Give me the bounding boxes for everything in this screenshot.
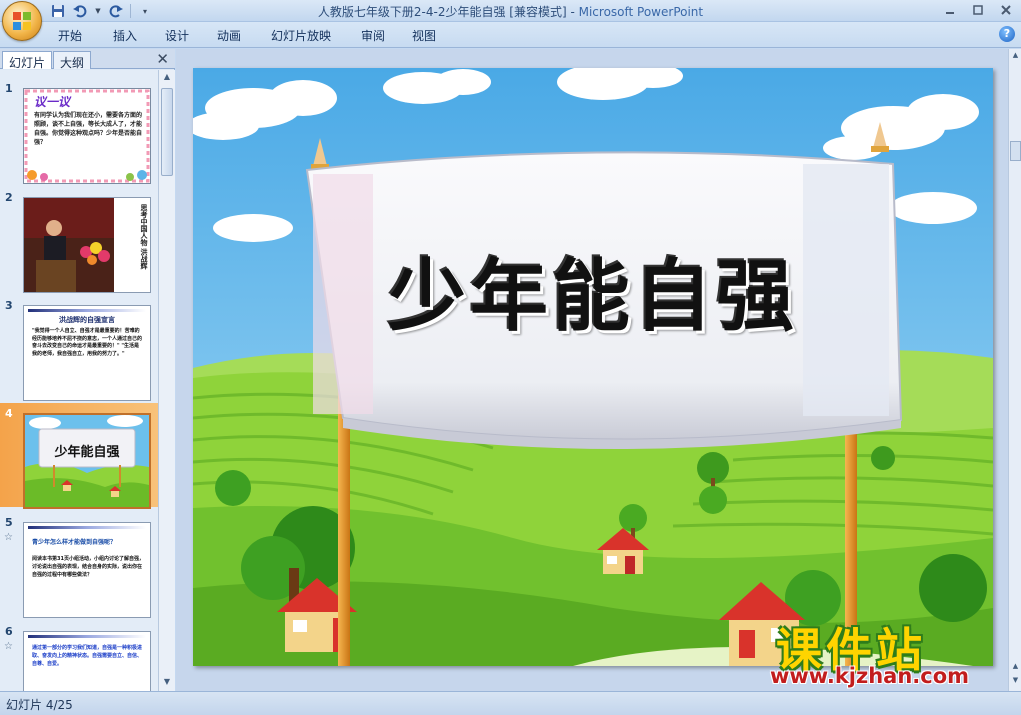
slide-indicator: 幻灯片 4/25 — [6, 698, 73, 712]
tab-animations[interactable]: 动画 — [217, 27, 241, 44]
thumb-body: 通过第一部分的学习我们知道，自强是一种积极进取、奋发向上的精神状态。自强需要自立… — [32, 645, 143, 667]
app-name: Microsoft PowerPoint — [578, 5, 704, 19]
slide-thumbnail-4[interactable]: 4 少年能自强 — [0, 403, 158, 509]
tab-view[interactable]: 视图 — [412, 27, 436, 44]
close-icon[interactable] — [997, 2, 1015, 18]
status-bar: 幻灯片 4/25 — [0, 691, 1021, 715]
tab-review[interactable]: 审阅 — [361, 27, 385, 44]
slide-thumbnail-5[interactable]: 5 ☆ 青少年怎么样才能做到自强呢？ 阅读本书第31页小组活动，小组内讨论了解自… — [0, 512, 158, 618]
thumbnail-scrollbar[interactable]: ▲ ▼ — [158, 70, 175, 691]
tab-insert[interactable]: 插入 — [113, 27, 137, 44]
scroll-up-icon[interactable]: ▲ — [1010, 51, 1021, 62]
thumb-heading: 少年能自强 — [54, 445, 120, 460]
thumb-accent-bar — [28, 635, 146, 638]
slide-background — [193, 68, 993, 666]
slide-workspace: 少年能自强 — [176, 49, 1008, 691]
minimize-icon[interactable] — [941, 2, 959, 18]
slides-panel: 幻灯片 大纲 ✕ 1 议一议 有同学认为我们现在还小，需要各方面的照顾，谈不上自… — [0, 49, 175, 691]
maximize-icon[interactable] — [969, 2, 987, 18]
thumbnail-list: 1 议一议 有同学认为我们现在还小，需要各方面的照顾，谈不上自强，等长大成人了，… — [0, 70, 158, 691]
slide-thumbnail-6[interactable]: 6 ☆ 通过第一部分的学习我们知道，自强是一种积极进取、奋发向上的精神状态。自强… — [0, 621, 158, 691]
tab-slideshow[interactable]: 幻灯片放映 — [271, 27, 331, 44]
tab-home[interactable]: 开始 — [58, 27, 82, 44]
thumb-body: 有同学认为我们现在还小，需要各方面的照顾，谈不上自强，等长大成人了，才能自强。你… — [34, 112, 143, 146]
slide-number: 3 — [5, 299, 13, 312]
animation-star-icon: ☆ — [4, 532, 13, 543]
slide-thumbnail-2[interactable]: 2 思考中国人物 洪战辉 — [0, 187, 158, 293]
slide-number: 6 — [5, 625, 13, 638]
slide-preview: 青少年怎么样才能做到自强呢？ 阅读本书第31页小组活动，小组内讨论了解自强，讨论… — [23, 522, 151, 618]
thumb-body: 阅读本书第31页小组活动，小组内讨论了解自强，讨论说出自强的表现，结合自身的实际… — [32, 556, 144, 578]
thumb-accent-bar — [28, 526, 146, 529]
scroll-thumb[interactable] — [161, 88, 173, 176]
ribbon-tabs: 开始 插入 设计 动画 幻灯片放映 审阅 视图 ? — [0, 22, 1021, 48]
slide-preview: 少年能自强 — [23, 413, 151, 509]
slide-thumbnail-3[interactable]: 3 洪战辉的自强宣言 "我觉得一个人自立、自强才是最重要的！苦难的经历能够培养不… — [0, 295, 158, 401]
window-controls — [941, 2, 1015, 18]
scroll-down-icon[interactable]: ▼ — [161, 677, 173, 689]
slide-preview: 思考中国人物 洪战辉 — [23, 197, 151, 293]
thumb-heading: 议一议 — [34, 95, 71, 109]
title-separator: - — [566, 5, 579, 19]
help-icon[interactable]: ? — [999, 26, 1015, 42]
prev-slide-icon[interactable]: ▲ — [1010, 662, 1021, 673]
next-slide-icon[interactable]: ▼ — [1010, 676, 1021, 687]
slide-number: 1 — [5, 82, 13, 95]
animation-star-icon: ☆ — [4, 641, 13, 652]
thumb-accent-bar — [28, 309, 146, 312]
scroll-up-icon[interactable]: ▲ — [161, 72, 173, 84]
tab-design[interactable]: 设计 — [165, 27, 189, 44]
slide-scrollbar[interactable]: ▲ ▲ ▼ — [1008, 49, 1021, 691]
tab-outline[interactable]: 大纲 — [53, 51, 92, 70]
slide-thumbnail-1[interactable]: 1 议一议 有同学认为我们现在还小，需要各方面的照顾，谈不上自强，等长大成人了，… — [0, 78, 158, 184]
window-title: 人教版七年级下册2-4-2少年能自强 [兼容模式] - Microsoft Po… — [0, 3, 1021, 20]
slide-preview: 洪战辉的自强宣言 "我觉得一个人自立、自强才是最重要的！苦难的经历能够培养不屈不… — [23, 305, 151, 401]
panel-close-icon[interactable]: ✕ — [156, 50, 169, 68]
slide-title[interactable]: 少年能自强 — [343, 234, 843, 346]
slide-number: 5 — [5, 516, 13, 529]
office-logo-icon — [13, 12, 32, 31]
panel-tabs: 幻灯片 大纲 ✕ — [0, 49, 175, 70]
document-title: 人教版七年级下册2-4-2少年能自强 [兼容模式] — [317, 5, 567, 19]
scroll-thumb[interactable] — [1010, 141, 1021, 161]
slide-number: 4 — [5, 407, 13, 420]
title-bar: ▼ ▾ 人教版七年级下册2-4-2少年能自强 [兼容模式] - Microsof… — [0, 0, 1021, 22]
thumb4-scene — [25, 415, 149, 507]
thumb-body: "我觉得一个人自立、自强才是最重要的！苦难的经历能够培养不屈不挠的意志，一个人通… — [32, 328, 143, 357]
current-slide[interactable]: 少年能自强 — [193, 68, 993, 666]
slide-preview: 通过第一部分的学习我们知道，自强是一种积极进取、奋发向上的精神状态。自强需要自立… — [23, 631, 151, 691]
thumb-heading: 洪战辉的自强宣言 — [59, 316, 115, 324]
tab-slides[interactable]: 幻灯片 — [2, 51, 53, 70]
slide-number: 2 — [5, 191, 13, 204]
thumb-body: 思考中国人物 洪战辉 — [140, 204, 148, 270]
office-button[interactable] — [2, 1, 42, 41]
thumb-heading: 青少年怎么样才能做到自强呢？ — [32, 539, 117, 546]
slide-preview: 议一议 有同学认为我们现在还小，需要各方面的照顾，谈不上自强，等长大成人了，才能… — [23, 88, 151, 184]
